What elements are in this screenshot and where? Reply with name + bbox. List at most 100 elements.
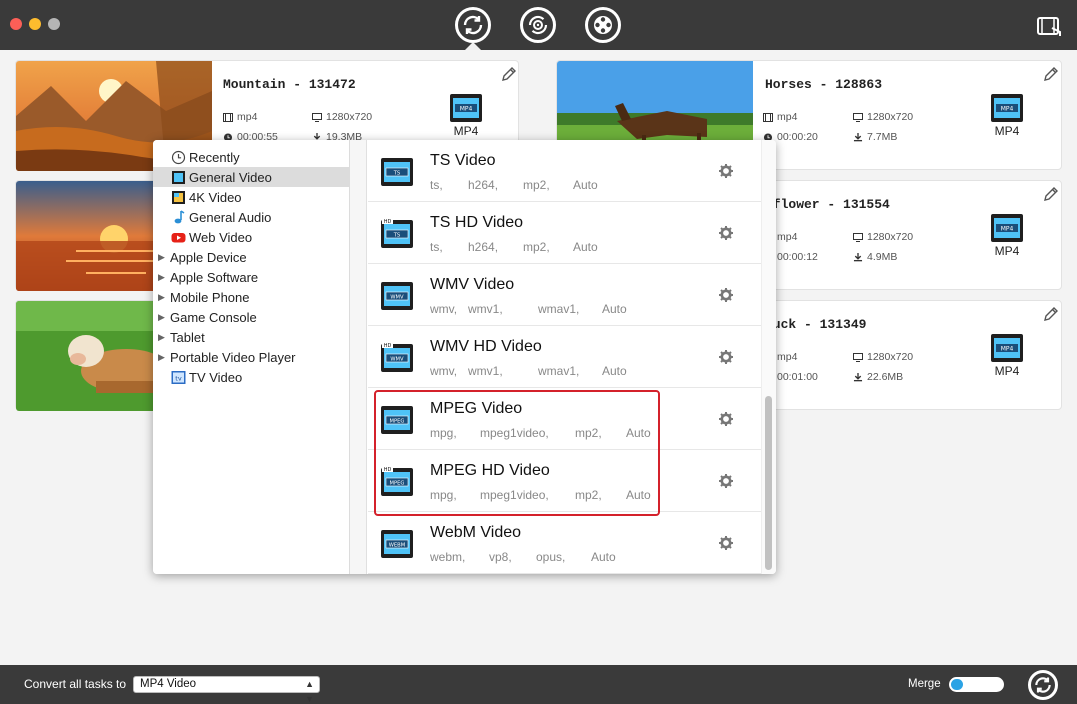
toolbox-tool-button[interactable] — [585, 7, 621, 43]
target-format-button[interactable]: MP4 MP4 — [987, 213, 1027, 258]
svg-text:tv: tv — [175, 374, 182, 382]
format-spec: wmv, — [430, 302, 457, 316]
video-convert-icon[interactable] — [1036, 14, 1064, 38]
category-item[interactable]: ▶Game Console — [153, 307, 349, 327]
category-item[interactable]: ▶Mobile Phone — [153, 287, 349, 307]
format-spec: webm, — [430, 550, 465, 564]
merge-label: Merge — [908, 678, 941, 690]
card-resolution: 1280x720 — [853, 351, 913, 363]
category-item[interactable]: tv TV Video — [153, 367, 349, 387]
mp4-film-icon: MP4 — [990, 213, 1024, 243]
monitor-icon — [853, 113, 863, 122]
mp4-film-icon: MP4 — [990, 93, 1024, 123]
target-format-button[interactable]: MP4 MP4 — [987, 333, 1027, 378]
disclosure-triangle-icon[interactable]: ▶ — [158, 272, 170, 283]
dvd-icon — [526, 13, 550, 37]
active-tool-indicator — [465, 42, 481, 50]
category-item[interactable]: General Audio — [153, 207, 349, 227]
category-label: 4K Video — [189, 190, 242, 205]
start-convert-button[interactable] — [1028, 670, 1058, 700]
target-format-button[interactable]: MP4 MP4 — [987, 93, 1027, 138]
format-spec: wmv1, — [468, 302, 503, 316]
category-item[interactable]: Recently — [153, 147, 349, 167]
svg-text:MP4: MP4 — [1001, 346, 1014, 353]
card-resolution: 1280x720 — [853, 111, 913, 123]
format-spec: opus, — [536, 550, 565, 564]
format-spec: Auto — [573, 178, 598, 192]
monitor-icon — [312, 113, 322, 122]
film-icon — [171, 170, 186, 185]
minimize-window-button[interactable] — [29, 18, 41, 30]
disclosure-triangle-icon[interactable]: ▶ — [158, 252, 170, 263]
pencil-icon[interactable] — [1042, 185, 1060, 203]
gear-icon[interactable] — [718, 225, 734, 241]
category-item[interactable]: ▶Tablet — [153, 327, 349, 347]
format-film-icon: WMVHD — [380, 341, 414, 375]
category-item[interactable]: 4K Video — [153, 187, 349, 207]
mp4-film-icon: MP4 — [990, 333, 1024, 363]
film-strip-icon — [763, 113, 773, 122]
zoom-window-button[interactable] — [48, 18, 60, 30]
card-title: Mountain - 131472 — [223, 77, 356, 92]
category-item[interactable]: ▶Apple Software — [153, 267, 349, 287]
convert-all-label: Convert all tasks to — [24, 677, 126, 691]
monitor-icon — [853, 233, 863, 242]
download-icon — [853, 133, 863, 142]
pencil-icon[interactable] — [500, 65, 518, 83]
gear-icon[interactable] — [718, 411, 734, 427]
bottom-bar: Convert all tasks to MP4 Video ▲▼ Merge — [0, 665, 1077, 704]
format-spec: ts, — [430, 240, 443, 254]
disclosure-triangle-icon[interactable]: ▶ — [158, 352, 170, 363]
gear-icon[interactable] — [718, 535, 734, 551]
format-name: TS HD Video — [430, 214, 523, 232]
gear-icon[interactable] — [718, 473, 734, 489]
format-row[interactable]: TSTS Videots,h264,mp2,Auto — [368, 140, 761, 202]
mpeg-highlight-box — [374, 390, 660, 516]
format-spec: vp8, — [489, 550, 512, 564]
youtube-icon — [171, 230, 186, 245]
download-icon — [853, 253, 863, 262]
music-note-icon — [171, 210, 186, 225]
format-row[interactable]: TSHDTS HD Videots,h264,mp2,Auto — [368, 202, 761, 264]
gear-icon[interactable] — [718, 163, 734, 179]
monitor-icon — [853, 353, 863, 362]
format-name: WMV HD Video — [430, 338, 542, 356]
card-size: 22.6MB — [853, 371, 903, 383]
category-item[interactable]: ▶Apple Device — [153, 247, 349, 267]
convert-all-select[interactable]: MP4 Video ▲▼ — [133, 676, 320, 693]
category-label: Portable Video Player — [170, 350, 296, 365]
category-gutter — [350, 140, 367, 574]
gear-icon[interactable] — [718, 349, 734, 365]
convert-tool-button[interactable] — [455, 7, 491, 43]
convert-icon — [1033, 675, 1053, 695]
pencil-icon[interactable] — [1042, 305, 1060, 323]
title-bar — [0, 0, 1077, 50]
category-item[interactable]: General Video — [153, 167, 349, 187]
disclosure-triangle-icon[interactable]: ▶ — [158, 312, 170, 323]
card-duration: 00:00:12 — [777, 251, 818, 263]
disclosure-triangle-icon[interactable]: ▶ — [158, 332, 170, 343]
format-spec: mp2, — [523, 240, 550, 254]
card-size: 4.9MB — [853, 251, 897, 263]
format-row[interactable]: WMVHDWMV HD Videowmv,wmv1,wmav1,Auto — [368, 326, 761, 388]
gear-icon[interactable] — [718, 287, 734, 303]
card-format: mp4 — [777, 351, 797, 363]
close-window-button[interactable] — [10, 18, 22, 30]
format-spec: wmav1, — [538, 364, 579, 378]
disclosure-triangle-icon[interactable]: ▶ — [158, 292, 170, 303]
format-scrollbar-thumb[interactable] — [765, 396, 772, 570]
format-film-icon: TSHD — [380, 217, 414, 251]
svg-text:HD: HD — [384, 343, 392, 349]
category-label: TV Video — [189, 370, 242, 385]
format-row[interactable]: WEBMWebM Videowebm,vp8,opus,Auto — [368, 512, 761, 574]
pencil-icon[interactable] — [1042, 65, 1060, 83]
card-format: mp4 — [223, 111, 257, 123]
format-spec: Auto — [602, 364, 627, 378]
format-row[interactable]: WMVWMV Videowmv,wmv1,wmav1,Auto — [368, 264, 761, 326]
download-icon — [853, 373, 863, 382]
merge-toggle[interactable] — [949, 677, 1004, 692]
dvd-tool-button[interactable] — [520, 7, 556, 43]
category-item[interactable]: Web Video — [153, 227, 349, 247]
category-item[interactable]: ▶Portable Video Player — [153, 347, 349, 367]
svg-text:MP4: MP4 — [1001, 106, 1014, 113]
